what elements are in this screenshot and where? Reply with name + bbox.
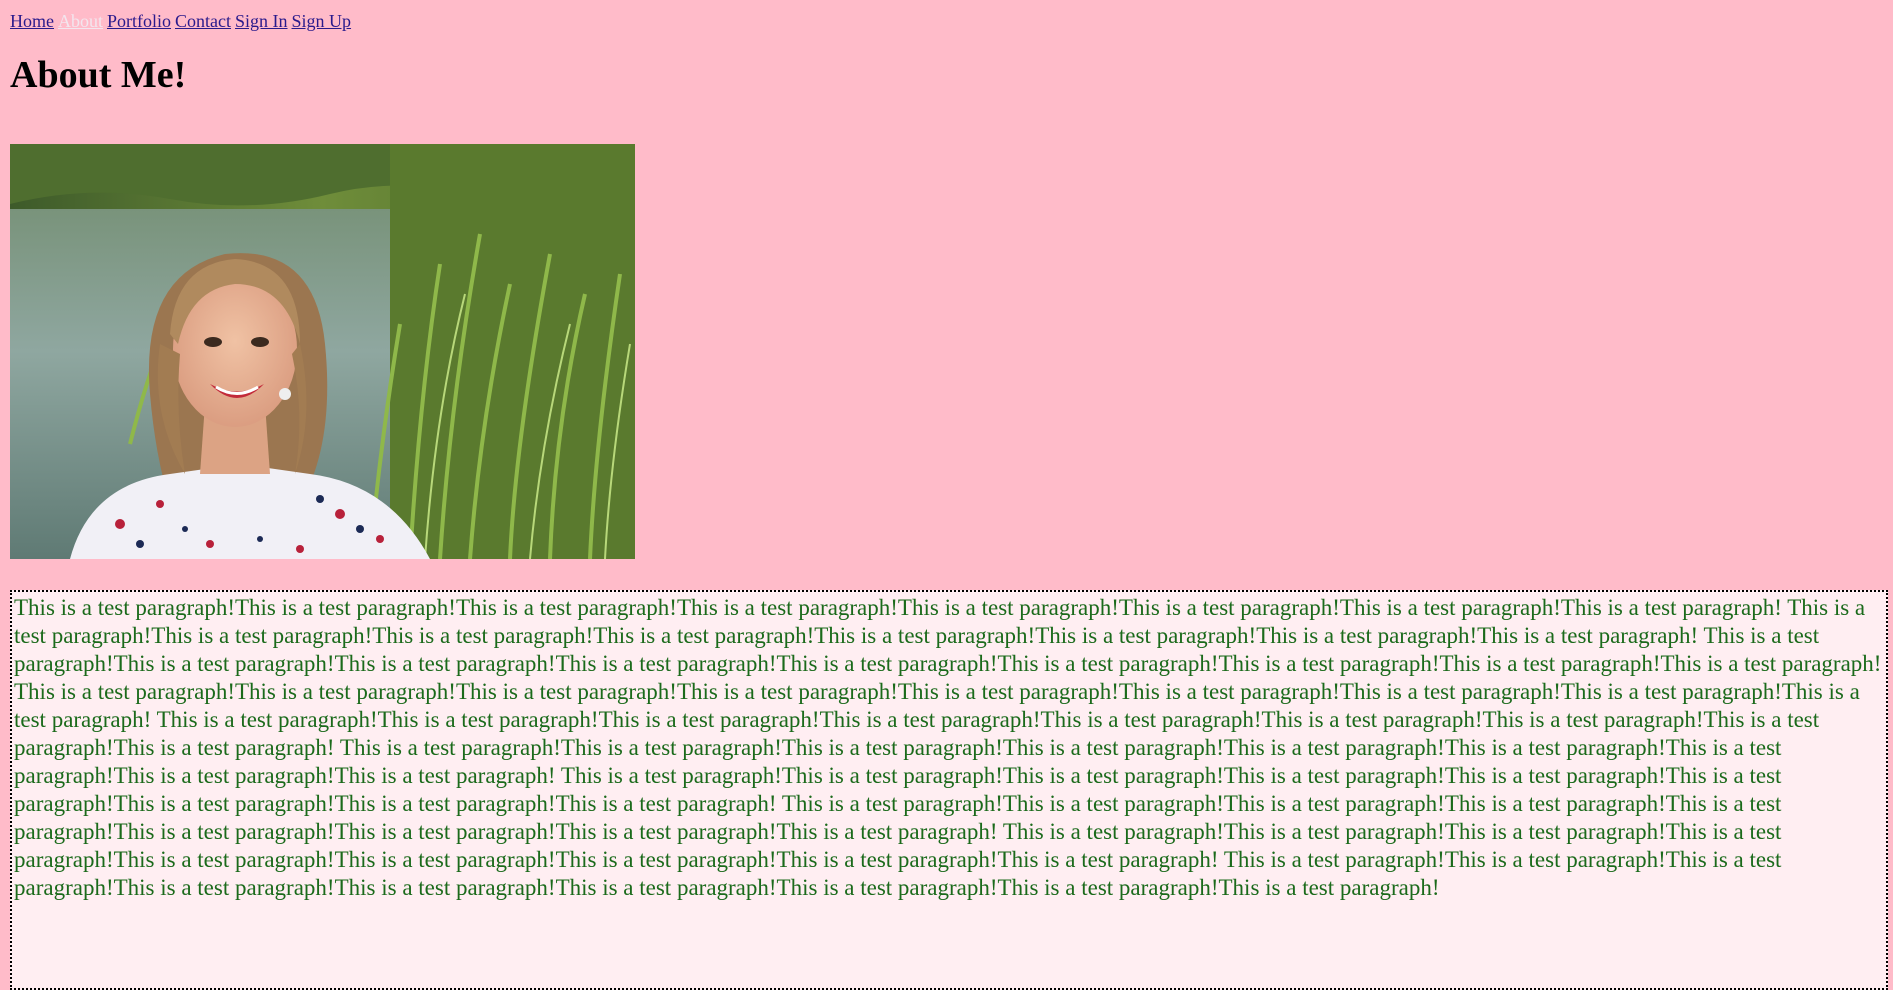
portrait-photo-illustration: [10, 144, 635, 559]
nav-link-contact[interactable]: Contact: [175, 11, 231, 31]
nav-link-sign-up[interactable]: Sign Up: [292, 11, 352, 31]
nav-link-sign-in[interactable]: Sign In: [235, 11, 288, 31]
top-nav: Home About Portfolio Contact Sign In Sign Up: [10, 10, 1883, 32]
test-paragraph: This is a test paragraph!This is a test …: [10, 590, 1888, 990]
profile-photo: [10, 144, 635, 559]
nav-link-portfolio[interactable]: Portfolio: [107, 11, 171, 31]
nav-link-about[interactable]: About: [58, 11, 103, 31]
page-title: About Me!: [10, 54, 187, 96]
page: Home About Portfolio Contact Sign In Sign Up …: [0, 0, 1893, 990]
nav-link-home[interactable]: Home: [10, 11, 54, 31]
